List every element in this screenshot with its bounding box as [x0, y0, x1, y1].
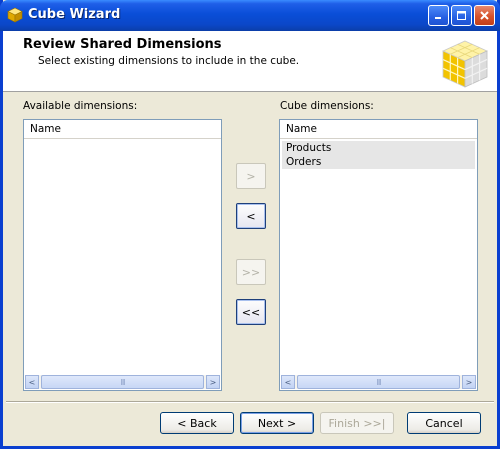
scroll-left-button[interactable]: <	[25, 375, 39, 389]
list-item[interactable]: Orders	[282, 155, 475, 169]
next-button[interactable]: Next >	[240, 412, 314, 434]
minimize-icon	[435, 17, 441, 19]
available-horizontal-scrollbar[interactable]: < III >	[25, 375, 220, 389]
scroll-right-icon: >	[465, 377, 473, 387]
maximize-icon	[457, 11, 466, 20]
wizard-header: Review Shared Dimensions Select existing…	[3, 31, 497, 92]
close-icon	[480, 11, 489, 20]
scroll-thumb[interactable]: III	[41, 375, 204, 389]
close-button[interactable]	[474, 5, 495, 26]
available-dimensions-list[interactable]: Name < III >	[23, 119, 222, 391]
scroll-left-icon: <	[284, 377, 292, 387]
scroll-right-button[interactable]: >	[206, 375, 220, 389]
scroll-thumb[interactable]: III	[297, 375, 460, 389]
cube-name-column-header[interactable]: Name	[280, 120, 477, 139]
cube-wizard-window: Cube Wizard Review Shared Dimensions Sel…	[0, 0, 500, 449]
cube-dimensions-label: Cube dimensions:	[280, 100, 374, 112]
page-subtitle: Select existing dimensions to include in…	[38, 55, 300, 67]
scroll-right-button[interactable]: >	[462, 375, 476, 389]
available-name-column-header[interactable]: Name	[24, 120, 221, 139]
available-dimensions-label: Available dimensions:	[23, 100, 138, 112]
scroll-left-icon: <	[28, 377, 36, 387]
finish-button[interactable]: Finish >>|	[320, 412, 394, 434]
list-item[interactable]: Products	[282, 141, 475, 155]
add-dimension-button[interactable]: >	[236, 163, 266, 189]
cancel-button[interactable]: Cancel	[407, 412, 481, 434]
minimize-button[interactable]	[428, 5, 449, 26]
scroll-right-icon: >	[209, 377, 217, 387]
page-title: Review Shared Dimensions	[23, 37, 222, 52]
scroll-left-button[interactable]: <	[281, 375, 295, 389]
title-bar[interactable]: Cube Wizard	[0, 0, 500, 31]
cube-dimensions-list[interactable]: Name Products Orders < III >	[279, 119, 478, 391]
maximize-button[interactable]	[451, 5, 472, 26]
cube-graphic	[442, 40, 488, 88]
scroll-grip-icon: III	[376, 377, 381, 387]
scroll-grip-icon: III	[120, 377, 125, 387]
cube-icon	[7, 7, 23, 23]
back-button[interactable]: < Back	[160, 412, 234, 434]
remove-all-dimensions-button[interactable]: <<	[236, 299, 266, 325]
cube-horizontal-scrollbar[interactable]: < III >	[281, 375, 476, 389]
remove-dimension-button[interactable]: <	[236, 203, 266, 229]
window-title: Cube Wizard	[28, 7, 121, 22]
footer-divider	[6, 401, 494, 403]
add-all-dimensions-button[interactable]: >>	[236, 259, 266, 285]
